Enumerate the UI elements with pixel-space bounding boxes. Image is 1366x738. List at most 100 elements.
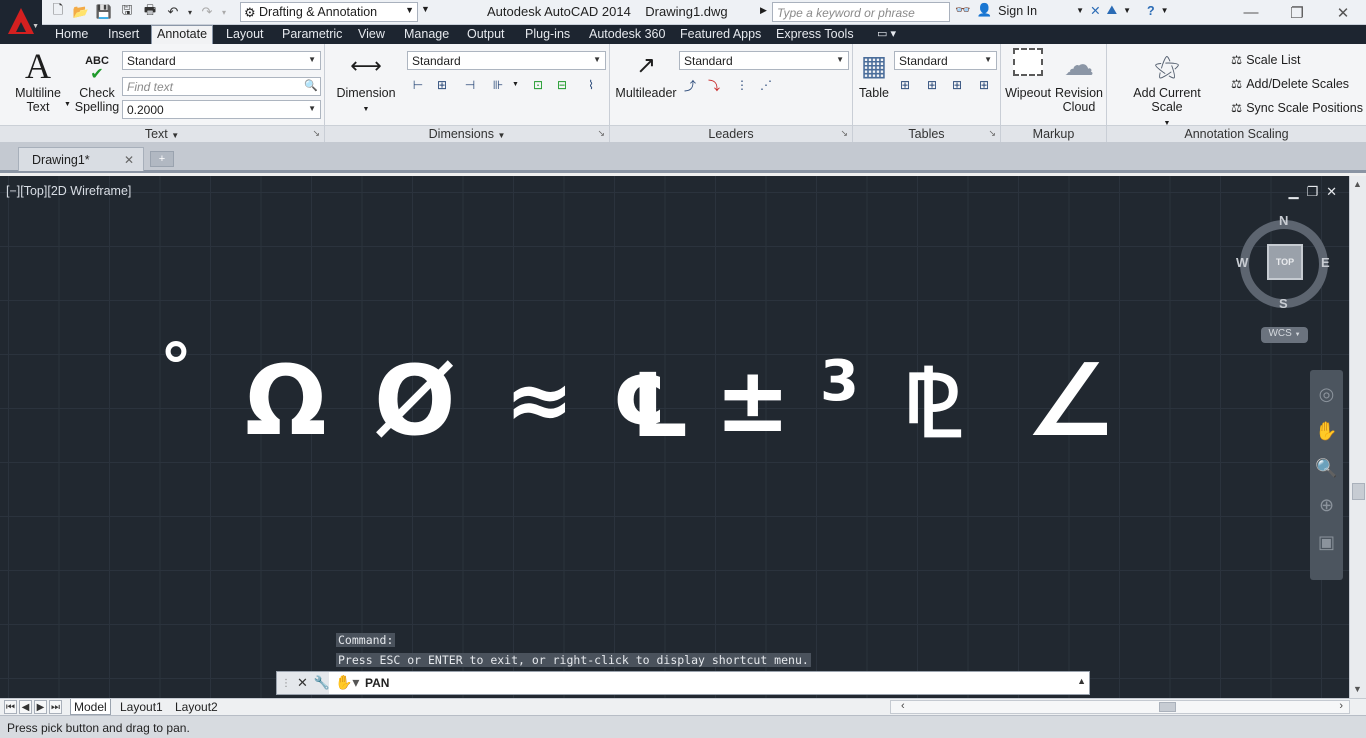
- tab-autodesk-360[interactable]: Autodesk 360: [589, 25, 665, 44]
- wcs-menu[interactable]: WCS ▼: [1261, 327, 1308, 343]
- find-replace-icon[interactable]: 🔍: [304, 79, 318, 92]
- tab-layout2[interactable]: Layout2: [172, 699, 221, 714]
- tab-home[interactable]: Home: [55, 25, 88, 44]
- chevron-down-icon[interactable]: ▼: [1161, 6, 1169, 15]
- dimension-inspect-icon[interactable]: ⊟: [551, 74, 573, 96]
- add-current-scale-button[interactable]: ⚝ Add Current Scale ▼: [1117, 48, 1217, 131]
- steering-wheel-icon[interactable]: ◎: [1319, 384, 1335, 405]
- wipeout-button[interactable]: Wipeout: [1005, 48, 1051, 100]
- tab-manage[interactable]: Manage: [404, 25, 449, 44]
- scroll-up-icon[interactable]: ▲: [1353, 179, 1362, 189]
- text-style-select[interactable]: Standard ▼: [122, 51, 321, 70]
- tab-model[interactable]: Model: [70, 699, 111, 715]
- chevron-down-icon[interactable]: ▼: [512, 81, 519, 88]
- a360-icon[interactable]: ⛰: [1107, 3, 1118, 18]
- workspace-switcher[interactable]: ⚙ Drafting & Annotation ▼: [240, 2, 418, 22]
- dialog-launcher-icon[interactable]: ↘: [597, 128, 605, 139]
- file-tab-drawing1[interactable]: Drawing1* ✕: [18, 147, 144, 171]
- multileader-button[interactable]: ↗ Multileader: [614, 48, 678, 100]
- extract-data-icon[interactable]: ⊞: [894, 74, 916, 96]
- next-layout-icon[interactable]: ▶: [34, 700, 47, 714]
- tab-parametric[interactable]: Parametric: [282, 25, 342, 44]
- viewcube-top[interactable]: TOP: [1267, 244, 1303, 280]
- multileader-style-select[interactable]: Standard ▼: [679, 51, 849, 70]
- tab-output[interactable]: Output: [467, 25, 505, 44]
- application-menu-button[interactable]: ▼: [0, 0, 42, 42]
- text-panel-title[interactable]: Text ▼ ↘: [0, 125, 324, 142]
- add-delete-scales-button[interactable]: ⚖ Add/Delete Scales: [1231, 76, 1349, 91]
- sign-in-link[interactable]: Sign In: [998, 4, 1070, 18]
- scale-list-button[interactable]: ⚖ Scale List: [1231, 52, 1300, 67]
- multiline-text-button[interactable]: A Multiline Text: [10, 48, 66, 114]
- undo-icon[interactable]: ↶: [163, 3, 183, 21]
- open-icon[interactable]: 📂: [71, 3, 91, 21]
- help-icon[interactable]: ?: [1147, 4, 1155, 18]
- save-as-icon[interactable]: 🖫: [117, 3, 137, 21]
- remove-leader-icon[interactable]: ⤵: [703, 74, 725, 96]
- tab-insert[interactable]: Insert: [108, 25, 139, 44]
- new-icon[interactable]: 🗋: [48, 3, 68, 21]
- upload-to-source-icon[interactable]: ⊞: [973, 74, 995, 96]
- dimension-baseline-icon[interactable]: ⊣: [459, 74, 481, 96]
- dimension-space-icon[interactable]: ⊪: [487, 74, 509, 96]
- close-icon[interactable]: ✕: [1320, 0, 1366, 25]
- align-leaders-icon[interactable]: ⋮: [731, 74, 753, 96]
- dialog-launcher-icon[interactable]: ↘: [840, 128, 848, 139]
- table-style-select[interactable]: Standard ▼: [894, 51, 997, 70]
- orbit-icon[interactable]: ⊕: [1319, 495, 1334, 516]
- tab-view[interactable]: View: [358, 25, 385, 44]
- tab-annotate[interactable]: Annotate: [151, 25, 213, 44]
- command-line[interactable]: ⋮ ✕ 🔧 ✋▾ PAN ▲: [276, 671, 1090, 695]
- compass-south[interactable]: S: [1279, 296, 1288, 311]
- scroll-right-icon[interactable]: ›: [1339, 700, 1343, 712]
- chevron-down-icon[interactable]: ▼: [1123, 6, 1131, 15]
- redo-icon[interactable]: ↷: [197, 3, 217, 21]
- find-text-input[interactable]: Find text 🔍: [122, 77, 321, 96]
- dimension-break-icon[interactable]: ⊡: [527, 74, 549, 96]
- zoom-icon[interactable]: 🔍: [1315, 458, 1337, 479]
- compass-north[interactable]: N: [1279, 213, 1288, 228]
- dimension-jog-icon[interactable]: ⌇: [580, 74, 602, 96]
- text-height-select[interactable]: 0.2000 ▼: [122, 100, 321, 119]
- plot-icon[interactable]: 🖶: [140, 3, 160, 21]
- compass-east[interactable]: E: [1321, 255, 1330, 270]
- command-input[interactable]: PAN: [365, 676, 389, 690]
- dimension-continue-icon[interactable]: ⊞: [431, 74, 453, 96]
- viewport-label[interactable]: [−][Top][2D Wireframe]: [6, 184, 131, 198]
- showmotion-icon[interactable]: ▣: [1318, 532, 1335, 553]
- drawing-area[interactable]: [−][Top][2D Wireframe] ▁ ❐ ✕ ° Ω Ø ≈ ℄ ±…: [0, 176, 1349, 698]
- horizontal-scroll-thumb[interactable]: [1159, 702, 1176, 712]
- close-icon[interactable]: ✕: [1326, 184, 1337, 200]
- prev-layout-icon[interactable]: ◀: [19, 700, 32, 714]
- dialog-launcher-icon[interactable]: ↘: [312, 128, 320, 139]
- compass-west[interactable]: W: [1236, 255, 1248, 270]
- restore-icon[interactable]: ❐: [1274, 0, 1320, 25]
- scroll-down-icon[interactable]: ▼: [1353, 684, 1362, 694]
- ribbon-minimize-icon[interactable]: ▭ ▾: [877, 25, 896, 44]
- chevron-down-icon[interactable]: ▼: [1076, 6, 1084, 15]
- tab-featured-apps[interactable]: Featured Apps: [680, 25, 761, 44]
- search-input[interactable]: Type a keyword or phrase: [772, 2, 950, 22]
- minimize-icon[interactable]: —: [1228, 0, 1274, 25]
- download-from-source-icon[interactable]: ⊞: [946, 74, 968, 96]
- dimension-style-select[interactable]: Standard ▼: [407, 51, 606, 70]
- undo-dropdown-icon[interactable]: ▾: [186, 3, 194, 21]
- search-expand-icon[interactable]: ▶: [760, 5, 767, 16]
- tables-panel-title[interactable]: Tables ↘: [853, 125, 1000, 142]
- horizontal-scrollbar[interactable]: ‹ ›: [890, 700, 1350, 714]
- dimension-button[interactable]: ⟷ Dimension ▼: [335, 48, 397, 117]
- leaders-panel-title[interactable]: Leaders ↘: [610, 125, 852, 142]
- tab-layout1[interactable]: Layout1: [117, 699, 166, 714]
- tab-layout[interactable]: Layout: [226, 25, 264, 44]
- wrench-icon[interactable]: 🔧: [314, 675, 330, 691]
- tab-plug-ins[interactable]: Plug-ins: [525, 25, 570, 44]
- last-layout-icon[interactable]: ⏭: [49, 700, 62, 714]
- binoculars-icon[interactable]: 👓: [955, 3, 971, 18]
- redo-dropdown-icon[interactable]: ▾: [220, 3, 228, 21]
- tab-express-tools[interactable]: Express Tools: [776, 25, 854, 44]
- link-data-icon[interactable]: ⊞: [921, 74, 943, 96]
- vertical-scrollbar[interactable]: ▲ ▼: [1349, 176, 1366, 698]
- dimensions-panel-title[interactable]: Dimensions ▼ ↘: [325, 125, 609, 142]
- first-layout-icon[interactable]: ⏮: [4, 700, 17, 714]
- pan-icon[interactable]: ✋: [1315, 421, 1337, 442]
